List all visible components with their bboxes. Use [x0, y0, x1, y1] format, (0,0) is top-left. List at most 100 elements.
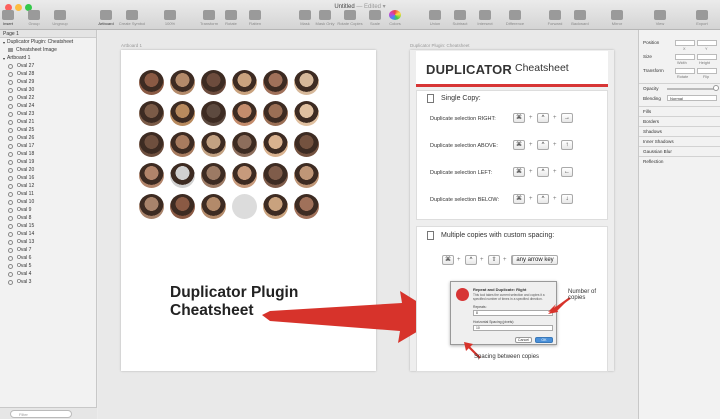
avatar-circle[interactable] [232, 163, 257, 188]
avatar-circle[interactable] [170, 101, 195, 126]
avatar-circle[interactable] [263, 132, 288, 157]
y-input[interactable] [697, 40, 717, 46]
layer-oval[interactable]: Oval 4 [0, 270, 96, 278]
style-section-header[interactable]: Reflection [643, 159, 663, 164]
avatar-circle[interactable] [232, 132, 257, 157]
avatar-circle[interactable] [294, 163, 319, 188]
avatar-circle[interactable] [263, 70, 288, 95]
layer-oval[interactable]: Oval 12 [0, 182, 96, 190]
difference-button[interactable]: Difference [498, 10, 532, 26]
layer-artboard-1[interactable]: ▾ Artboard 1 [0, 54, 96, 62]
opacity-slider[interactable] [667, 88, 717, 90]
avatar-circle[interactable] [170, 194, 195, 219]
avatar-circle[interactable] [263, 163, 288, 188]
layer-oval[interactable]: Oval 20 [0, 166, 96, 174]
height-input[interactable] [697, 54, 717, 60]
layer-oval[interactable]: Oval 19 [0, 158, 96, 166]
key-cap: ⇧ [488, 255, 500, 265]
avatar-circle[interactable] [294, 194, 319, 219]
avatar-circle[interactable] [294, 101, 319, 126]
layer-oval[interactable]: Oval 7 [0, 246, 96, 254]
avatar-circle[interactable] [139, 70, 164, 95]
layer-oval[interactable]: Oval 6 [0, 254, 96, 262]
layer-oval[interactable]: Oval 21 [0, 118, 96, 126]
toolbar-label: Artboard [98, 21, 114, 26]
layer-oval[interactable]: Oval 25 [0, 126, 96, 134]
layer-oval[interactable]: Oval 29 [0, 78, 96, 86]
layer-oval[interactable]: Oval 24 [0, 102, 96, 110]
avatar-circle[interactable] [201, 70, 226, 95]
zoom-button[interactable]: 100% [153, 10, 187, 26]
avatar-circle[interactable] [232, 101, 257, 126]
layer-oval[interactable]: Oval 13 [0, 238, 96, 246]
avatar-circle[interactable] [139, 132, 164, 157]
backward-button[interactable]: Backward [563, 10, 597, 26]
export-button[interactable]: Export [685, 10, 719, 26]
symbol-button[interactable]: Create Symbol [115, 10, 149, 26]
layer-oval[interactable]: Oval 15 [0, 222, 96, 230]
avatar-circle[interactable] [139, 194, 164, 219]
style-section-header[interactable]: Inner Shadows [643, 139, 674, 144]
view-button[interactable]: View [643, 10, 677, 26]
flatten-button[interactable]: Flatten [238, 10, 272, 26]
layer-artboard-cheatsheet[interactable]: ▾ Duplicator Plugin: Cheatsheet [0, 38, 96, 46]
avatar-circle[interactable] [201, 132, 226, 157]
avatar-circle[interactable] [263, 101, 288, 126]
single-copy-heading: Single Copy: [441, 95, 481, 102]
avatar-circle[interactable] [170, 132, 195, 157]
layer-oval[interactable]: Oval 5 [0, 262, 96, 270]
toolbar-label: Rotate [225, 21, 237, 26]
style-section-header[interactable]: Borders [643, 119, 659, 124]
layer-oval[interactable]: Oval 18 [0, 150, 96, 158]
avatar-circle[interactable] [232, 194, 257, 219]
filter-input[interactable]: Filter [10, 410, 72, 418]
layer-oval[interactable]: Oval 3 [0, 278, 96, 286]
width-input[interactable] [675, 54, 695, 60]
avatar-circle[interactable] [294, 70, 319, 95]
style-section-header[interactable]: Fills [643, 109, 651, 114]
avatar-circle[interactable] [201, 163, 226, 188]
document-icon [427, 94, 434, 103]
style-section-header[interactable]: Shadows [643, 129, 662, 134]
artboard-2-label[interactable]: Duplicator Plugin: Cheatsheet [410, 43, 470, 48]
intersect-button[interactable]: Intersect [468, 10, 502, 26]
layer-oval[interactable]: Oval 9 [0, 206, 96, 214]
blending-select[interactable]: Normal [667, 95, 717, 101]
layer-oval[interactable]: Oval 23 [0, 110, 96, 118]
avatar-circle[interactable] [232, 70, 257, 95]
layer-oval[interactable]: Oval 16 [0, 174, 96, 182]
x-input[interactable] [675, 40, 695, 46]
ungroup-button[interactable]: Ungroup [43, 10, 77, 26]
layer-oval[interactable]: Oval 8 [0, 214, 96, 222]
layer-oval[interactable]: Oval 22 [0, 94, 96, 102]
avatar-circle[interactable] [170, 70, 195, 95]
avatar-circle[interactable] [139, 101, 164, 126]
avatar-circle[interactable] [201, 101, 226, 126]
oval-icon [8, 63, 13, 69]
rotate-input[interactable] [675, 68, 695, 74]
avatar-circle[interactable] [139, 163, 164, 188]
avatar-circle[interactable] [263, 194, 288, 219]
style-section-header[interactable]: Gaussian Blur [643, 149, 672, 154]
opacity-slider-handle[interactable] [713, 85, 719, 91]
layer-oval[interactable]: Oval 17 [0, 142, 96, 150]
layer-oval[interactable]: Oval 26 [0, 134, 96, 142]
layer-oval[interactable]: Oval 27 [0, 62, 96, 70]
page-selector[interactable]: Page 1 [0, 30, 96, 38]
document-icon [427, 231, 434, 240]
repeats-label: Repeats: [473, 305, 487, 309]
layer-cheatsheet-image[interactable]: Cheatsheet Image [0, 46, 96, 54]
oval-icon [8, 207, 13, 213]
avatar-circle[interactable] [294, 132, 319, 157]
layer-oval[interactable]: Oval 11 [0, 190, 96, 198]
colors-button[interactable]: Colors [378, 10, 412, 26]
flip-control[interactable] [697, 68, 717, 74]
layer-oval[interactable]: Oval 28 [0, 70, 96, 78]
avatar-circle[interactable] [170, 163, 195, 188]
layer-oval[interactable]: Oval 14 [0, 230, 96, 238]
artboard-1-label[interactable]: Artboard 1 [121, 43, 142, 48]
layer-oval[interactable]: Oval 10 [0, 198, 96, 206]
avatar-circle[interactable] [201, 194, 226, 219]
mirror-button[interactable]: Mirror [600, 10, 634, 26]
layer-oval[interactable]: Oval 30 [0, 86, 96, 94]
